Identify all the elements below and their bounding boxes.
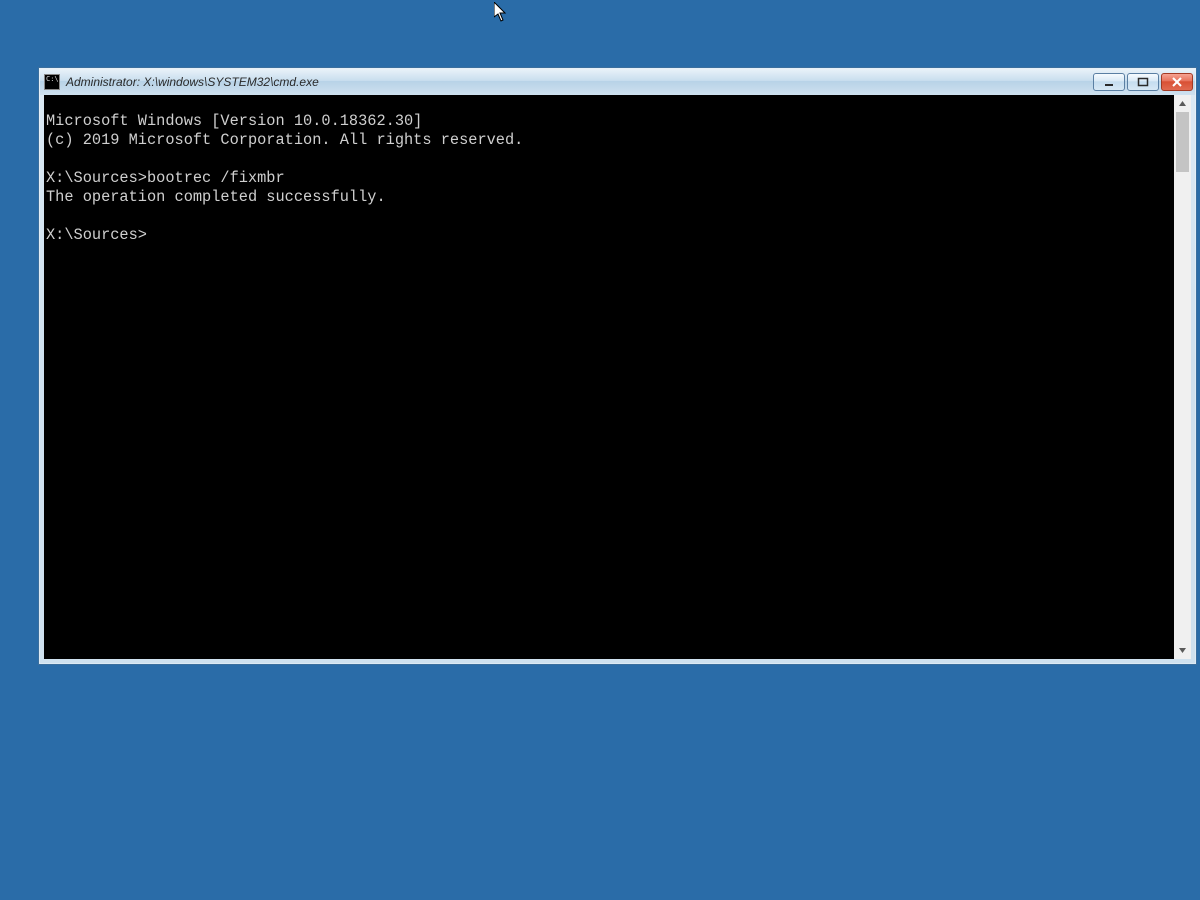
console-client-area: Microsoft Windows [Version 10.0.18362.30… [44, 95, 1191, 659]
scroll-down-button[interactable] [1174, 642, 1191, 659]
window-controls [1093, 73, 1193, 91]
close-button[interactable] [1161, 73, 1193, 91]
mouse-cursor-icon [494, 2, 510, 22]
titlebar[interactable]: C:\. Administrator: X:\windows\SYSTEM32\… [40, 69, 1195, 95]
scroll-up-button[interactable] [1174, 95, 1191, 112]
cmd-icon: C:\. [44, 74, 60, 90]
console-output[interactable]: Microsoft Windows [Version 10.0.18362.30… [44, 110, 1173, 643]
vertical-scrollbar[interactable] [1174, 95, 1191, 659]
scroll-thumb[interactable] [1176, 112, 1189, 172]
cmd-window: C:\. Administrator: X:\windows\SYSTEM32\… [38, 67, 1197, 665]
maximize-button[interactable] [1127, 73, 1159, 91]
scroll-track[interactable] [1174, 112, 1191, 642]
minimize-button[interactable] [1093, 73, 1125, 91]
window-title: Administrator: X:\windows\SYSTEM32\cmd.e… [66, 75, 1093, 89]
